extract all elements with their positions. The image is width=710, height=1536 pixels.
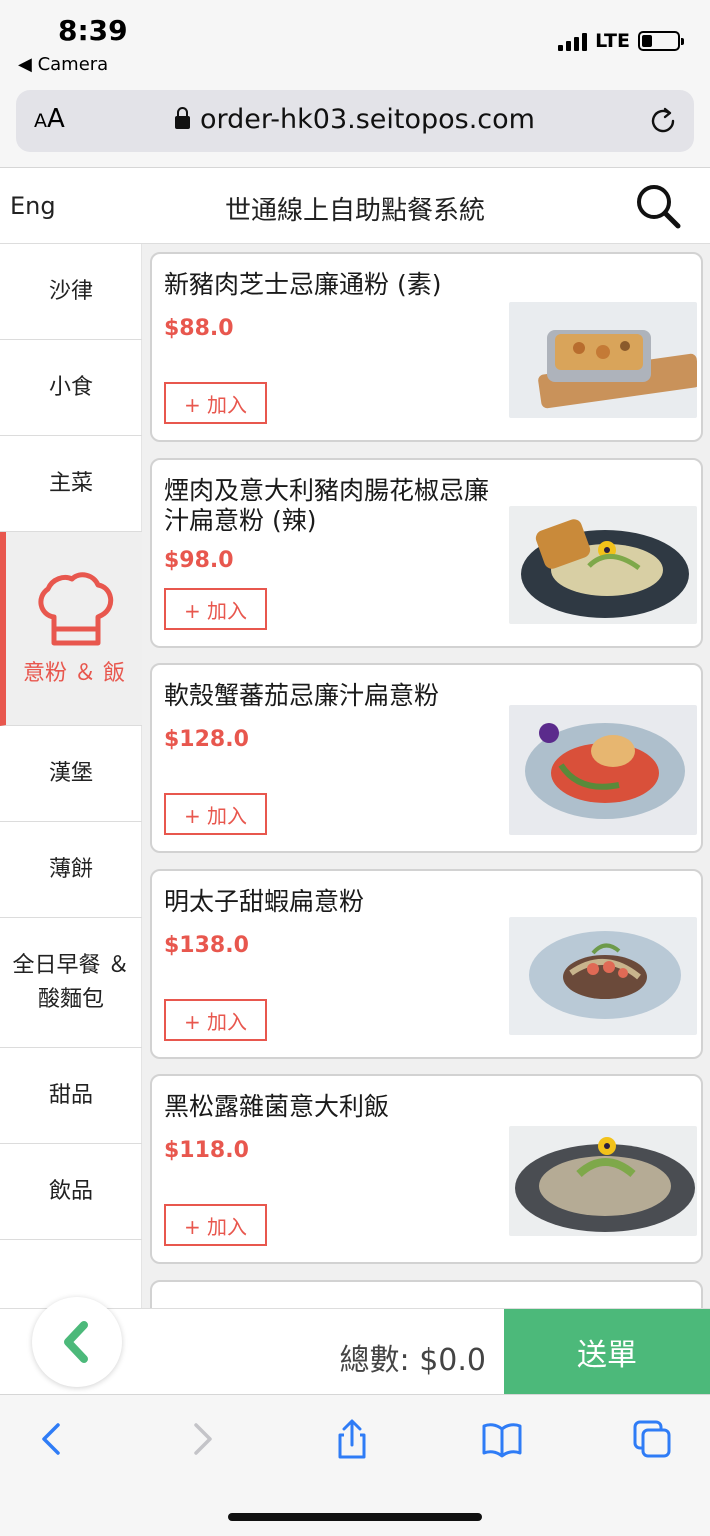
menu-item-card[interactable]: 新豬肉芝士忌廉通粉 (素) $88.0 + 加入: [150, 252, 703, 442]
url-display[interactable]: order-hk03.seitopos.com: [16, 104, 694, 135]
sidebar-item-label: 全日早餐 ＆ 酸麵包: [12, 952, 130, 1012]
menu-item-price: $138.0: [164, 933, 249, 958]
chef-hat-icon: [38, 571, 114, 645]
order-summary-bar: 總數: $0.0 送單: [0, 1297, 710, 1395]
reload-icon[interactable]: [648, 106, 678, 136]
add-to-order-button[interactable]: + 加入: [164, 588, 267, 630]
status-time: 8:39: [58, 14, 128, 47]
menu-item-card[interactable]: 明太子甜蝦扁意粉 $138.0 + 加入: [150, 869, 703, 1059]
sidebar-item-desserts[interactable]: 甜品: [0, 1048, 142, 1144]
url-text: order-hk03.seitopos.com: [200, 104, 535, 135]
dish-photo: [509, 1126, 697, 1236]
lock-icon: [175, 107, 191, 129]
menu-item-name: 黑松露雜菌意大利飯: [164, 1092, 390, 1121]
add-to-order-button[interactable]: + 加入: [164, 1204, 267, 1246]
sidebar-item-label: 主菜: [48, 470, 93, 496]
sidebar-item-label: 甜品: [48, 1082, 93, 1108]
browser-address-area: AA order-hk03.seitopos.com: [0, 82, 710, 168]
network-label: LTE: [595, 30, 630, 52]
back-button[interactable]: [32, 1297, 122, 1387]
bookmarks-icon[interactable]: [482, 1419, 522, 1459]
menu-item-name: 新豬肉芝士忌廉通粉 (素): [164, 270, 442, 299]
dish-photo: [509, 917, 697, 1035]
search-icon[interactable]: [634, 182, 682, 230]
menu-item-price: $118.0: [164, 1138, 249, 1163]
signal-icon: [558, 31, 588, 51]
sidebar-item-pasta-rice[interactable]: 意粉 ＆ 飯: [0, 532, 142, 726]
back-to-camera-link[interactable]: ◀ Camera: [18, 54, 108, 75]
sidebar-item-drinks[interactable]: 飲品: [0, 1144, 142, 1240]
sidebar-item-label: 意粉 ＆ 飯: [23, 660, 125, 686]
page-title: 世通線上自助點餐系統: [224, 196, 485, 226]
sidebar-item-snacks[interactable]: 小食: [0, 340, 142, 436]
menu-item-name: 煙肉及意大利豬肉腸花椒忌廉汁扁意粉 (辣): [164, 476, 490, 535]
submit-order-button[interactable]: 送單: [504, 1309, 710, 1395]
menu-list: 新豬肉芝士忌廉通粉 (素) $88.0 + 加入 煙肉及意大利豬肉腸花椒忌廉汁扁…: [142, 244, 710, 1308]
menu-item-price: $88.0: [164, 316, 234, 341]
add-to-order-button[interactable]: + 加入: [164, 382, 267, 424]
dish-photo: [509, 302, 697, 418]
menu-item-card[interactable]: [150, 1280, 703, 1308]
sidebar-item-label: 飲品: [48, 1178, 93, 1204]
menu-item-price: $98.0: [164, 548, 234, 573]
back-icon[interactable]: [32, 1419, 72, 1459]
sidebar-item-label: 薄餅: [48, 856, 93, 882]
category-sidebar: 沙律 小食 主菜 意粉 ＆ 飯 漢堡 薄餅 全日早餐 ＆ 酸麵包 甜品 飲品: [0, 244, 142, 1308]
browser-toolbar: [0, 1394, 710, 1536]
sidebar-item-breakfast[interactable]: 全日早餐 ＆ 酸麵包: [0, 918, 142, 1048]
menu-item-name: 軟殼蟹蕃茄忌廉汁扁意粉: [164, 681, 440, 710]
menu-item-card[interactable]: 黑松露雜菌意大利飯 $118.0 + 加入: [150, 1074, 703, 1264]
dish-photo: [509, 506, 697, 624]
chevron-left-icon: [64, 1321, 88, 1363]
status-bar: 8:39 ◀ Camera LTE: [0, 0, 710, 82]
dish-photo: [509, 705, 697, 835]
order-total: 總數: $0.0: [339, 1343, 486, 1378]
sidebar-item-label: 漢堡: [48, 760, 93, 786]
sidebar-item-salad[interactable]: 沙律: [0, 244, 142, 340]
tabs-icon[interactable]: [632, 1419, 672, 1459]
share-icon[interactable]: [332, 1419, 372, 1459]
menu-item-name: 明太子甜蝦扁意粉: [164, 887, 365, 916]
forward-icon[interactable]: [182, 1419, 222, 1459]
add-to-order-button[interactable]: + 加入: [164, 999, 267, 1041]
home-indicator: [228, 1513, 482, 1521]
status-indicators: LTE: [558, 30, 684, 52]
menu-item-card[interactable]: 軟殼蟹蕃茄忌廉汁扁意粉 $128.0 + 加入: [150, 663, 703, 853]
sidebar-item-label: 小食: [48, 374, 93, 400]
app-header: Eng 世通線上自助點餐系統: [0, 168, 710, 244]
menu-item-card[interactable]: 煙肉及意大利豬肉腸花椒忌廉汁扁意粉 (辣) $98.0 + 加入: [150, 458, 703, 648]
battery-icon: [638, 31, 684, 51]
sidebar-item-burgers[interactable]: 漢堡: [0, 726, 142, 822]
address-bar[interactable]: AA order-hk03.seitopos.com: [16, 90, 694, 152]
menu-item-price: $128.0: [164, 727, 249, 752]
add-to-order-button[interactable]: + 加入: [164, 793, 267, 835]
sidebar-item-label: 沙律: [48, 278, 93, 304]
sidebar-item-pizza[interactable]: 薄餅: [0, 822, 142, 918]
sidebar-item-mains[interactable]: 主菜: [0, 436, 142, 532]
